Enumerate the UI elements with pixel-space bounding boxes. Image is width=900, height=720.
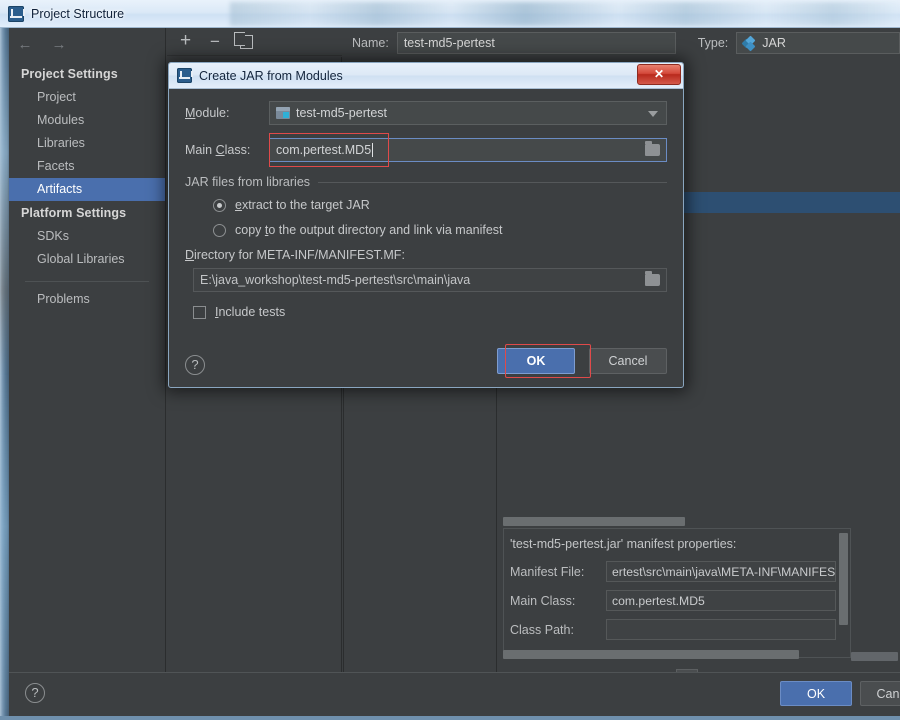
- jar-files-legend-label: JAR files from libraries: [185, 175, 311, 189]
- window-titlebar: Project Structure: [0, 0, 900, 28]
- manifest-main-class-input[interactable]: com.pertest.MD5: [606, 590, 836, 611]
- dialog-module-value: test-md5-pertest: [296, 106, 388, 120]
- manifest-main-class-label: Main Class:: [510, 593, 576, 608]
- jar-files-legend: JAR files from libraries: [185, 175, 667, 189]
- project-structure-window: Project Structure ← → Project Settings P…: [0, 0, 900, 720]
- dialog-module-combo[interactable]: test-md5-pertest: [269, 101, 667, 125]
- intellij-idea-icon: [8, 5, 25, 22]
- sidebar-group-project-settings: Project Settings: [21, 67, 118, 81]
- radio-extract-to-target-jar[interactable]: extract to the target JAR: [213, 198, 667, 212]
- titlebar-blurred-background: [230, 2, 900, 26]
- arrow-left-icon[interactable]: ←: [15, 36, 35, 54]
- text-caret: [372, 143, 374, 157]
- nav-arrow-bar: ← →: [9, 28, 165, 62]
- module-icon: [276, 107, 290, 119]
- folder-icon[interactable]: [645, 141, 660, 156]
- artifacts-toolbar: [167, 28, 342, 56]
- include-tests-label: Include tests: [215, 305, 286, 319]
- manifest-hscrollbar-bottom[interactable]: [503, 650, 851, 659]
- question-circle-icon[interactable]: ?: [185, 355, 205, 375]
- copy-icon[interactable]: [237, 33, 255, 51]
- minus-icon[interactable]: [207, 31, 225, 53]
- manifest-properties-panel: 'test-md5-pertest.jar' manifest properti…: [503, 528, 851, 658]
- manifest-class-path-label: Class Path:: [510, 622, 574, 637]
- window-title: Project Structure: [31, 6, 125, 21]
- dialog-ok-highlight-box: [505, 344, 591, 378]
- jar-icon: [741, 35, 756, 51]
- create-jar-from-modules-dialog: Create JAR from Modules ✕ MModule:odule:…: [168, 62, 684, 388]
- close-icon[interactable]: ✕: [637, 64, 681, 85]
- sidebar-item-facets[interactable]: Facets: [9, 155, 165, 178]
- manifest-class-path-input[interactable]: [606, 619, 836, 640]
- manifest-class-path-row: Class Path:: [504, 615, 850, 644]
- dialog-title: Create JAR from Modules: [199, 68, 343, 83]
- artifact-name-row: Name: test-md5-pertest Type: JAR: [343, 28, 900, 58]
- include-tests-row[interactable]: Include tests: [193, 305, 667, 319]
- dialog-body: MModule:odule: test-md5-pertest Main Cla…: [169, 89, 683, 387]
- radio-copy-to-output-directory[interactable]: copy to the output directory and link vi…: [213, 223, 667, 237]
- manifest-hscrollbar-top[interactable]: [503, 517, 851, 526]
- manifest-properties-title: 'test-md5-pertest.jar' manifest properti…: [510, 537, 737, 551]
- dialog-directory-input[interactable]: E:\java_workshop\test-md5-pertest\src\ma…: [193, 268, 667, 292]
- window-frame-bottom: [0, 716, 900, 720]
- dialog-main-class-row: Main Class: com.pertest.MD5: [185, 133, 667, 167]
- dialog-directory-value: E:\java_workshop\test-md5-pertest\src\ma…: [200, 273, 471, 287]
- legend-divider: [318, 181, 667, 183]
- intellij-idea-icon: [177, 68, 193, 83]
- ok-button[interactable]: OK: [780, 681, 852, 706]
- plus-icon[interactable]: [177, 30, 195, 52]
- radio-extract-icon[interactable]: [213, 198, 226, 212]
- sidebar-item-libraries[interactable]: Libraries: [9, 132, 165, 155]
- artifact-name-input[interactable]: test-md5-pertest: [396, 32, 676, 54]
- chevron-down-icon[interactable]: [648, 111, 658, 117]
- sidebar-divider: [25, 281, 149, 282]
- sidebar-group-platform-settings: Platform Settings: [21, 206, 127, 220]
- radio-extract-label: extract to the target JAR: [235, 198, 370, 212]
- manifest-vscrollbar[interactable]: [839, 533, 848, 645]
- artifact-type-label: Type:: [697, 36, 729, 50]
- sidebar-item-project[interactable]: Project: [9, 86, 165, 109]
- sidebar-item-artifacts[interactable]: Artifacts: [9, 178, 165, 201]
- sidebar-item-sdks[interactable]: SDKs: [9, 225, 165, 248]
- radio-copy-label: copy to the output directory and link vi…: [235, 223, 503, 237]
- radio-copy-icon[interactable]: [213, 223, 226, 237]
- sidebar-item-problems[interactable]: Problems: [9, 288, 165, 311]
- manifest-main-class-row: Main Class: com.pertest.MD5: [504, 586, 850, 615]
- dialog-titlebar: Create JAR from Modules ✕: [169, 63, 683, 89]
- dialog-main-class-value: com.pertest.MD5: [276, 143, 372, 157]
- dialog-directory-label: Directory for META-INF/MANIFEST.MF:: [185, 248, 405, 262]
- dialog-main-class-input[interactable]: com.pertest.MD5: [269, 138, 667, 162]
- panel-hscrollbar-right[interactable]: [851, 652, 898, 661]
- dialog-module-label: MModule:odule:: [185, 106, 230, 120]
- dialog-module-row: MModule:odule: test-md5-pertest: [185, 101, 667, 125]
- arrow-right-icon[interactable]: →: [49, 36, 69, 54]
- window-frame-left: [0, 28, 9, 720]
- window-bottom-bar: ? OK Cancel: [9, 672, 900, 712]
- manifest-file-row: Manifest File: ertest\src\main\java\META…: [504, 557, 850, 586]
- include-tests-checkbox[interactable]: [193, 305, 206, 319]
- sidebar-item-global-libraries[interactable]: Global Libraries: [9, 248, 165, 271]
- folder-icon[interactable]: [645, 271, 660, 286]
- manifest-file-label: Manifest File:: [510, 564, 585, 579]
- settings-sidebar: ← → Project Settings Project Modules Lib…: [9, 28, 166, 676]
- cancel-button[interactable]: Cancel: [860, 681, 900, 706]
- sidebar-item-modules[interactable]: Modules: [9, 109, 165, 132]
- question-circle-icon[interactable]: ?: [25, 683, 45, 703]
- dialog-cancel-button[interactable]: Cancel: [589, 348, 667, 374]
- manifest-file-input[interactable]: ertest\src\main\java\META-INF\MANIFEST.: [606, 561, 836, 582]
- artifact-name-label: Name:: [352, 36, 389, 50]
- artifact-type-value: JAR: [762, 36, 786, 50]
- dialog-main-class-label: Main Class:: [185, 143, 251, 157]
- artifact-type-combo[interactable]: JAR: [736, 32, 900, 54]
